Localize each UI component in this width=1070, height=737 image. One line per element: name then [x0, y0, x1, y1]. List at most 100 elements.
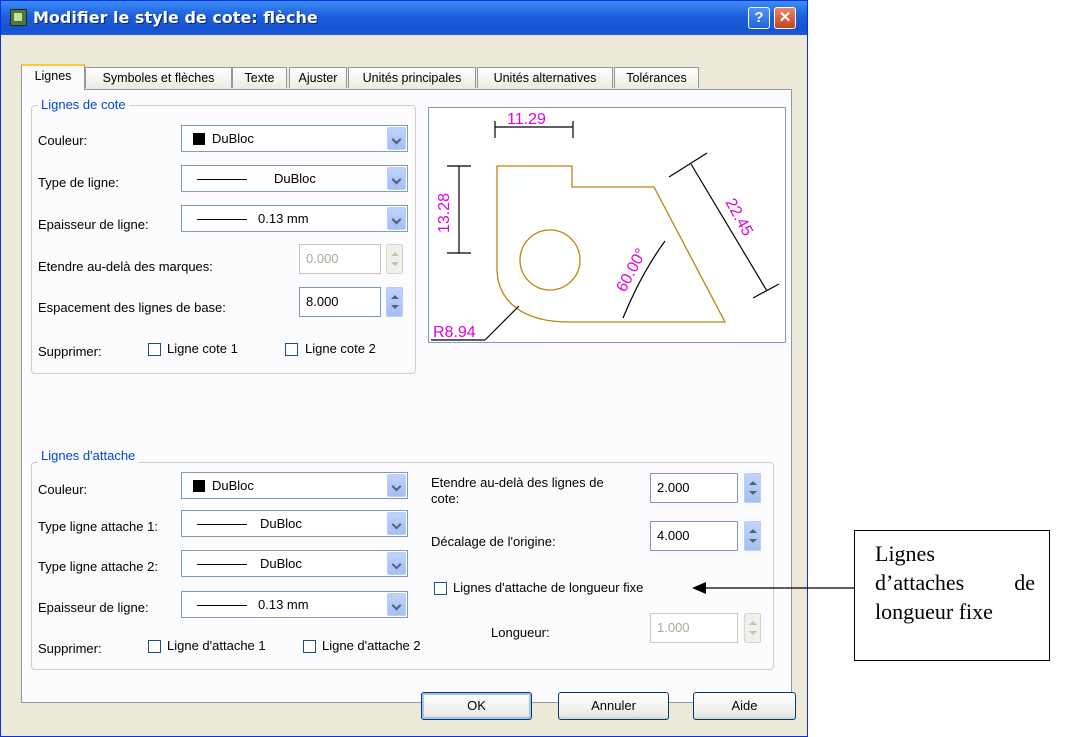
length-value: 1.000: [657, 620, 690, 635]
dim-lineweight-select[interactable]: 0.13 mm: [181, 205, 408, 232]
annotation-line-1: Lignes: [875, 541, 935, 566]
dim-color-label: Couleur:: [38, 133, 88, 148]
preview-dim-left: 13.28: [436, 193, 453, 233]
ext-lineweight-select[interactable]: 0.13 mm: [181, 591, 408, 618]
title-bar[interactable]: Modifier le style de cote: flèche ? ✕: [1, 1, 807, 35]
ext-offset-value: 4.000: [657, 528, 690, 543]
dim-extend-input: 0.000: [299, 244, 381, 274]
preview-dimension-lines: [431, 121, 780, 341]
tab-lignes[interactable]: Lignes: [21, 64, 85, 90]
suppress-ext-line-2-label[interactable]: Ligne d'attache 2: [322, 638, 421, 653]
preview-labels: 11.29 13.28 22.45 60.00° R8.94: [433, 111, 756, 341]
annotation-line-2a: d’attaches: [875, 570, 965, 595]
suppress-ext-line-1-checkbox[interactable]: [148, 640, 161, 653]
preview-drawing: 11.29 13.28 22.45 60.00° R8.94: [431, 111, 780, 341]
chevron-down-icon[interactable]: [387, 552, 406, 575]
tab-unites-principales[interactable]: Unités principales: [348, 67, 476, 88]
length-input: 1.000: [650, 613, 738, 643]
ext-extend-spinner[interactable]: [744, 473, 761, 503]
aide-button[interactable]: Aide: [693, 692, 796, 720]
ext-lineweight-value: 0.13 mm: [258, 597, 309, 612]
chevron-down-icon[interactable]: [387, 127, 406, 150]
dim-lineweight-value: 0.13 mm: [258, 211, 309, 226]
ext-color-select[interactable]: DuBloc: [181, 472, 408, 499]
preview-dim-top: 11.29: [507, 111, 546, 128]
ext-type2-label: Type ligne attache 2:: [38, 559, 158, 574]
dim-color-value: DuBloc: [212, 131, 254, 146]
chevron-down-icon[interactable]: [387, 207, 406, 230]
preview-dim-angle: 60.00°: [614, 246, 651, 295]
chevron-down-icon[interactable]: [387, 474, 406, 497]
ext-type1-value: DuBloc: [260, 516, 302, 531]
annotation-line-2b: de: [1014, 570, 1035, 595]
preview-dim-diagonal: 22.45: [722, 196, 756, 239]
window-title: Modifier le style de cote: flèche: [33, 8, 318, 27]
dim-lineweight-label: Epaisseur de ligne:: [38, 217, 149, 232]
ext-offset-spinner[interactable]: [744, 521, 761, 551]
part-outline: [496, 165, 727, 323]
ext-color-value: DuBloc: [212, 478, 254, 493]
ext-type2-select[interactable]: DuBloc: [181, 550, 408, 577]
dimension-preview: 11.29 13.28 22.45 60.00° R8.94: [428, 107, 786, 343]
ok-button[interactable]: OK: [421, 692, 532, 720]
dim-suppress-label: Supprimer:: [38, 344, 102, 359]
ext-extend-input[interactable]: 2.000: [650, 473, 738, 503]
ext-type2-value: DuBloc: [260, 556, 302, 571]
tab-texte[interactable]: Texte: [232, 67, 287, 88]
annotation-callout: Lignes d’attaches de longueur fixe: [854, 530, 1050, 661]
fixed-length-label[interactable]: Lignes d'attache de longueur fixe: [453, 580, 643, 595]
chevron-down-icon[interactable]: [387, 512, 406, 535]
dim-extend-spinner: [386, 244, 403, 274]
dim-linetype-label: Type de ligne:: [38, 175, 119, 190]
dim-extend-value: 0.000: [306, 251, 339, 266]
preview-geometry: [496, 165, 727, 323]
chevron-down-icon[interactable]: [387, 593, 406, 616]
ext-type1-select[interactable]: DuBloc: [181, 510, 408, 537]
group-dim-lines-label: Lignes de cote: [38, 97, 129, 112]
tab-tolerances[interactable]: Tolérances: [614, 67, 699, 88]
color-swatch: [193, 133, 205, 145]
group-ext-lines-label: Lignes d'attache: [38, 448, 139, 463]
color-swatch: [193, 480, 205, 492]
suppress-dim-line-2-label[interactable]: Ligne cote 2: [305, 341, 376, 356]
dim-color-select[interactable]: DuBloc: [181, 125, 408, 152]
length-spinner: [744, 613, 761, 643]
ext-offset-label: Décalage de l'origine:: [431, 534, 556, 549]
tab-ajuster[interactable]: Ajuster: [289, 67, 347, 88]
ext-offset-input[interactable]: 4.000: [650, 521, 738, 551]
linetype-sample: [197, 179, 247, 180]
part-hole: [519, 229, 581, 291]
ext-extend-value: 2.000: [657, 480, 690, 495]
dim-baseline-input[interactable]: 8.000: [299, 287, 381, 317]
app-icon: [10, 9, 27, 26]
dim-baseline-value: 8.000: [306, 294, 339, 309]
tab-symboles[interactable]: Symboles et flèches: [85, 67, 232, 88]
lineweight-sample: [197, 605, 247, 606]
ext-type1-label: Type ligne attache 1:: [38, 519, 158, 534]
suppress-dim-line-2-checkbox[interactable]: [285, 343, 298, 356]
suppress-dim-line-1-label[interactable]: Ligne cote 1: [167, 341, 238, 356]
tab-unites-alternatives[interactable]: Unités alternatives: [477, 67, 613, 88]
annotation-line-3: longueur fixe: [875, 599, 993, 624]
lineweight-sample: [197, 219, 247, 220]
close-button[interactable]: ✕: [774, 7, 796, 29]
annotation-line-2: d’attaches de: [875, 568, 1035, 597]
suppress-ext-line-1-label[interactable]: Ligne d'attache 1: [167, 638, 266, 653]
ext-suppress-label: Supprimer:: [38, 641, 102, 656]
fixed-length-checkbox[interactable]: [434, 582, 447, 595]
preview-dim-radius: R8.94: [433, 324, 476, 341]
dialog-window: Modifier le style de cote: flèche ? ✕ Li…: [0, 0, 808, 737]
dim-linetype-select[interactable]: DuBloc: [181, 165, 408, 192]
dim-baseline-spinner[interactable]: [386, 287, 403, 317]
dim-extend-label: Etendre au-delà des marques:: [38, 259, 213, 274]
chevron-down-icon[interactable]: [387, 167, 406, 190]
suppress-dim-line-1-checkbox[interactable]: [148, 343, 161, 356]
cancel-button[interactable]: Annuler: [558, 692, 669, 720]
help-button[interactable]: ?: [748, 7, 770, 29]
ext-extend-label-2: cote:: [431, 491, 460, 506]
ext-color-label: Couleur:: [38, 482, 88, 497]
linetype-sample: [197, 564, 247, 565]
linetype-sample: [197, 524, 247, 525]
dim-linetype-value: DuBloc: [274, 171, 316, 186]
suppress-ext-line-2-checkbox[interactable]: [303, 640, 316, 653]
